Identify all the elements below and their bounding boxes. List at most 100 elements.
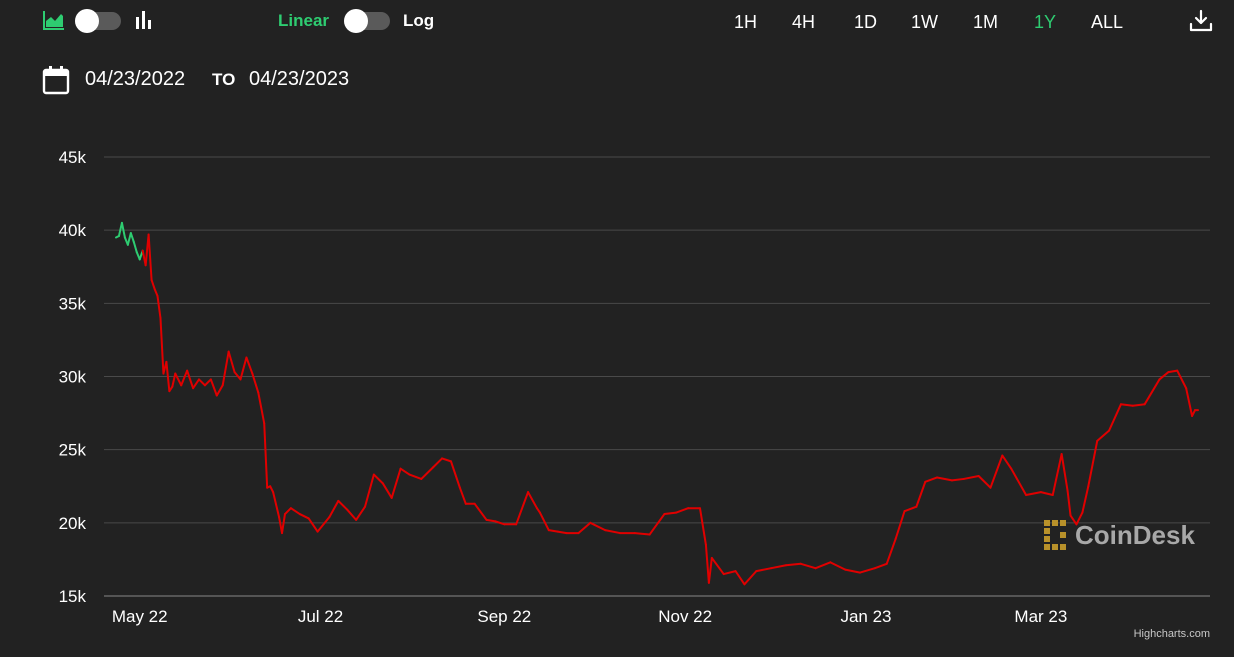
y-tick-label: 35k xyxy=(59,294,87,313)
x-tick-label: Mar 23 xyxy=(1014,607,1067,626)
price-line-segment xyxy=(156,295,162,319)
price-line-segment xyxy=(814,561,832,570)
price-line-segment xyxy=(743,570,758,586)
price-line-segment xyxy=(233,371,242,381)
price-line-segment xyxy=(159,316,165,375)
price-line-segment xyxy=(1051,453,1063,497)
y-tick-label: 25k xyxy=(59,441,87,460)
price-line-segment xyxy=(1131,403,1146,407)
y-tick-label: 20k xyxy=(59,514,87,533)
price-line-segment xyxy=(298,513,310,520)
price-line-segment xyxy=(1185,387,1194,418)
price-line-segment xyxy=(873,562,888,570)
price-line-segment xyxy=(449,460,461,489)
price-line-segment xyxy=(962,475,980,480)
price-line-segment xyxy=(307,517,319,533)
price-line-segment xyxy=(1066,489,1072,517)
price-line-segment xyxy=(829,561,847,571)
price-line-segment xyxy=(556,530,568,535)
x-tick-label: Nov 22 xyxy=(658,607,712,626)
price-line-segment xyxy=(844,568,862,574)
price-line-segment xyxy=(316,515,331,533)
price-line-segment xyxy=(198,378,206,387)
price-line-segment xyxy=(355,505,367,521)
price-line-segment xyxy=(1176,369,1188,390)
price-line-segment xyxy=(885,537,897,565)
price-line-segment xyxy=(150,278,156,290)
price-line-segment xyxy=(604,529,621,535)
price-line-segment xyxy=(924,476,939,483)
price-line-segment xyxy=(328,499,340,518)
y-axis-labels: 15k 20k 25k 30k 35k 40k 45k xyxy=(59,148,87,606)
price-line-segment xyxy=(485,518,497,523)
price-line-segment xyxy=(245,356,254,375)
x-tick-label: Jul 22 xyxy=(298,607,343,626)
price-line-segment xyxy=(710,556,725,576)
price-line-segment xyxy=(770,564,787,570)
price-line-segment xyxy=(381,482,393,499)
price-line-segment xyxy=(1108,403,1122,432)
coindesk-watermark: CoinDesk xyxy=(1042,518,1202,556)
price-line-segment xyxy=(364,473,375,508)
price-line-segment xyxy=(263,422,269,489)
price-line-segment xyxy=(734,570,746,586)
price-line-segment xyxy=(1096,429,1111,442)
price-line-segment xyxy=(283,507,292,516)
price-line-segment xyxy=(390,467,402,499)
price-line-segment xyxy=(1119,403,1134,407)
price-line-segment xyxy=(1001,454,1013,470)
y-tick-label: 40k xyxy=(59,221,87,240)
price-line-segment xyxy=(936,476,953,482)
price-line-segment xyxy=(132,240,138,254)
price-line-segment xyxy=(989,454,1004,489)
price-line-segment xyxy=(1143,378,1161,406)
price-line-segment xyxy=(441,457,452,463)
price-line-segment xyxy=(799,562,817,570)
highcharts-credits[interactable]: Highcharts.com xyxy=(1134,628,1210,640)
price-line-segment xyxy=(915,480,927,508)
price-line-segment xyxy=(186,369,195,390)
y-tick-label: 45k xyxy=(59,148,87,167)
price-chart: 15k 20k 25k 30k 35k 40k 45k May 22 Jul 22 Sep 22… xyxy=(59,148,1210,626)
price-line-segment xyxy=(950,477,965,482)
price-line-segment xyxy=(722,570,737,576)
price-line-segment xyxy=(346,508,358,521)
price-line-segment xyxy=(281,513,286,535)
price-line-segment xyxy=(209,378,218,397)
price-line-segment xyxy=(129,232,135,243)
price-line-segment xyxy=(704,543,710,584)
price-line-segment xyxy=(1025,491,1042,497)
price-line-segment xyxy=(257,391,266,425)
price-line-segment xyxy=(408,473,423,480)
price-line-segment xyxy=(432,457,444,469)
price-line-segment xyxy=(675,507,690,514)
price-line-segment xyxy=(192,378,201,390)
x-tick-label: Jan 23 xyxy=(840,607,891,626)
price-line-segment xyxy=(337,499,349,511)
y-tick-label: 30k xyxy=(59,368,87,387)
price-line-segment xyxy=(174,372,183,387)
y-tick-label: 15k xyxy=(59,587,87,606)
price-line-segment xyxy=(203,378,212,387)
price-line-segment xyxy=(180,369,189,387)
price-line-segment xyxy=(215,384,224,397)
price-line-segment xyxy=(171,372,177,388)
price-line-segment xyxy=(1087,439,1099,488)
price-line-segment xyxy=(859,567,876,574)
x-tick-label: Sep 22 xyxy=(477,607,531,626)
price-line-segment xyxy=(515,491,530,526)
price-line-segment xyxy=(547,529,559,533)
price-line-segment xyxy=(633,532,651,536)
price-line-segment xyxy=(153,287,159,298)
price-line-segment xyxy=(227,350,236,374)
price-line-segment xyxy=(1167,369,1179,374)
price-line-segment xyxy=(399,467,411,476)
price-line-segment xyxy=(458,486,467,505)
price-line-segment xyxy=(894,510,906,540)
price-line-segment xyxy=(663,511,678,516)
price-line-segment xyxy=(1039,491,1054,497)
price-line-segment xyxy=(755,567,773,573)
price-line-segment xyxy=(372,473,384,485)
price-line-segment xyxy=(289,507,301,516)
price-line-segment xyxy=(707,556,713,584)
